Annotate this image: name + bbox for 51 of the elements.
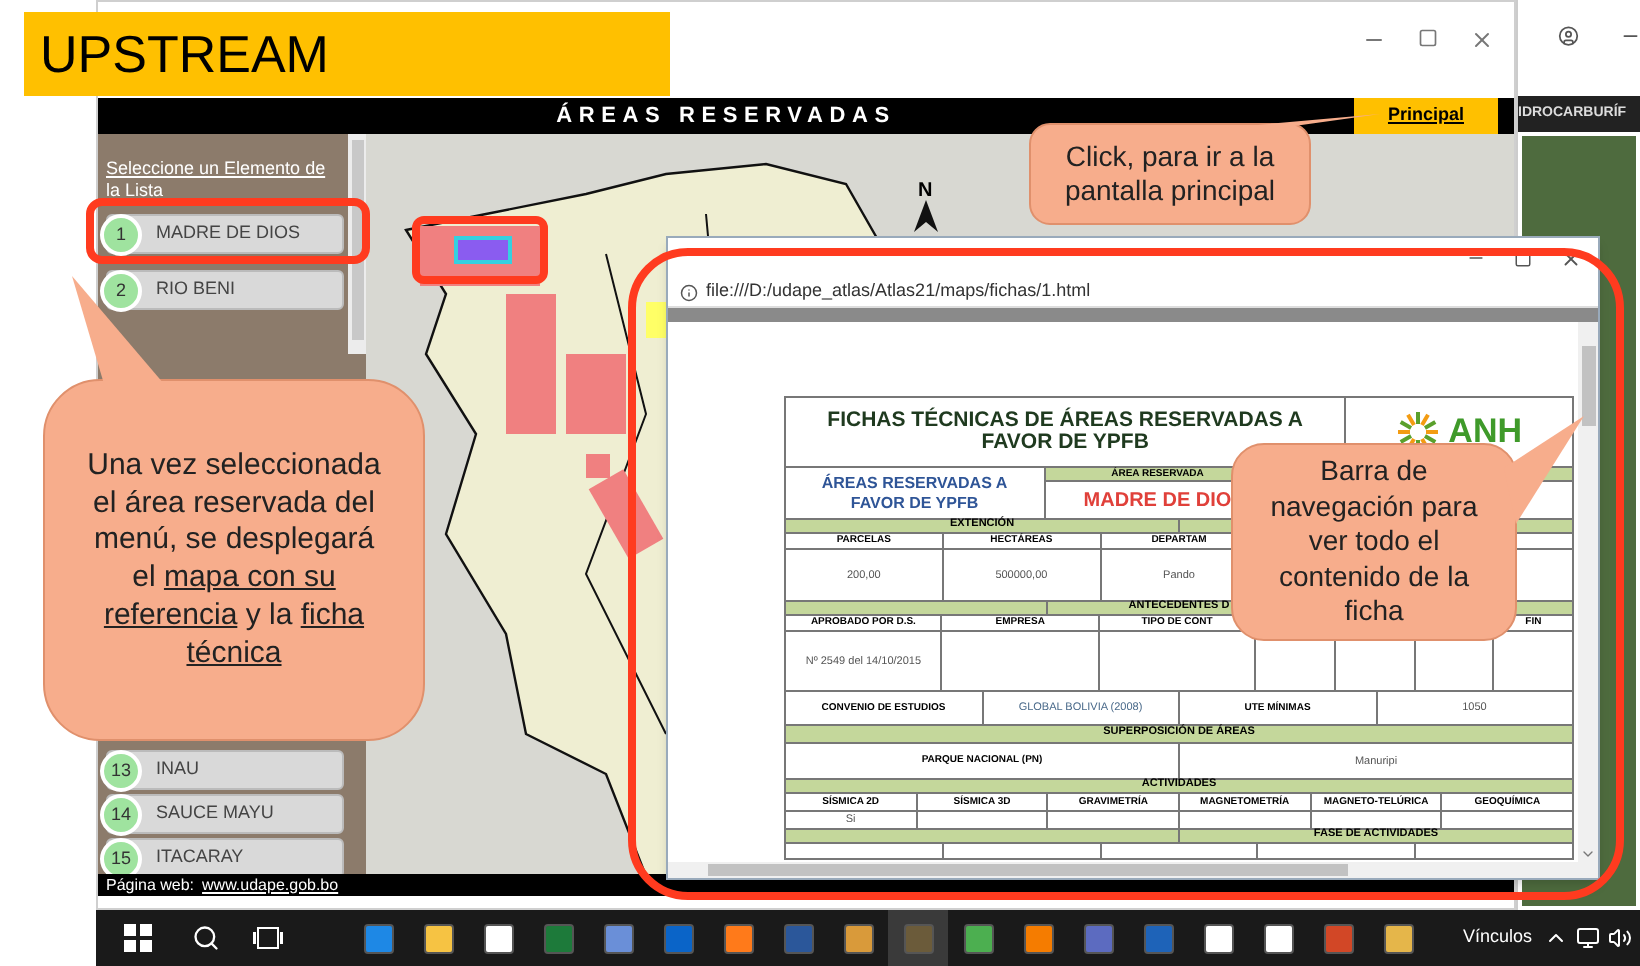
item-label: ITACARAY xyxy=(156,844,244,871)
header-title: ÁREAS RESERVADAS xyxy=(554,100,898,132)
item-label: RIO BENI xyxy=(156,276,236,303)
sidebar-heading: Seleccione un Elemento de la Lista xyxy=(104,158,328,202)
app-icon[interactable] xyxy=(1023,923,1053,953)
network-icon[interactable] xyxy=(1576,926,1600,950)
area-name: MADRE DE DIO xyxy=(1083,487,1232,515)
app-icon[interactable] xyxy=(483,923,513,953)
address-text: file:///D:/udape_atlas/Atlas21/maps/fichas/1.html xyxy=(706,278,1091,305)
compass-arrow-icon xyxy=(912,200,940,232)
app-icon[interactable] xyxy=(963,923,993,953)
number-badge: 14 xyxy=(100,794,142,836)
scroll-down-icon[interactable] xyxy=(1580,846,1596,862)
maximize-icon[interactable] xyxy=(1418,28,1438,48)
app-icon[interactable] xyxy=(1263,923,1293,953)
highlight-outline xyxy=(412,216,548,284)
app-icon[interactable] xyxy=(423,923,453,953)
vertical-scrollbar[interactable] xyxy=(1578,322,1598,862)
footer-label: Página web: xyxy=(106,873,195,897)
list-item[interactable]: 15 ITACARAY xyxy=(106,838,344,874)
logo-text: ANH xyxy=(1448,410,1523,455)
principal-link[interactable]: Principal xyxy=(1354,98,1498,134)
number-badge: 2 xyxy=(100,270,142,312)
tray-label: Vínculos xyxy=(1462,924,1532,951)
website-link[interactable]: www.udape.gob.bo xyxy=(202,873,339,897)
item-label: INAU xyxy=(156,756,200,783)
number-badge: 13 xyxy=(100,750,142,792)
app-icon[interactable] xyxy=(843,923,873,953)
search-icon[interactable] xyxy=(192,924,220,952)
item-label: SAUCE MAYU xyxy=(156,800,274,827)
banner-title: UPSTREAM xyxy=(40,21,329,87)
horizontal-scrollbar[interactable] xyxy=(668,862,1598,878)
compass-label: N xyxy=(918,178,933,206)
close-icon[interactable] xyxy=(1470,28,1494,52)
callout-text: Una vez seleccionada el área reservada del menú, se desplegará el mapa con su referencia y la ficha técnica xyxy=(85,447,383,673)
windows-logo-icon[interactable] xyxy=(124,924,152,952)
app-icon[interactable] xyxy=(1383,923,1413,953)
volume-icon[interactable] xyxy=(1608,926,1632,950)
number-badge: 1 xyxy=(100,214,142,256)
task-view-icon[interactable] xyxy=(252,926,284,950)
account-icon[interactable] xyxy=(1558,24,1579,48)
list-item[interactable]: 1 MADRE DE DIOS xyxy=(106,214,344,254)
info-icon xyxy=(680,283,698,301)
list-item[interactable]: 13 INAU xyxy=(106,750,344,790)
list-item[interactable]: 14 SAUCE MAYU xyxy=(106,794,344,834)
number-badge: 15 xyxy=(100,838,142,874)
list-item[interactable]: 2 RIO BENI xyxy=(106,270,344,310)
item-label: MADRE DE DIOS xyxy=(156,220,301,247)
app-icon[interactable] xyxy=(1203,923,1233,953)
app-icon[interactable] xyxy=(723,923,753,953)
callout-text: Click, para ir a la pantalla principal xyxy=(1062,139,1278,209)
